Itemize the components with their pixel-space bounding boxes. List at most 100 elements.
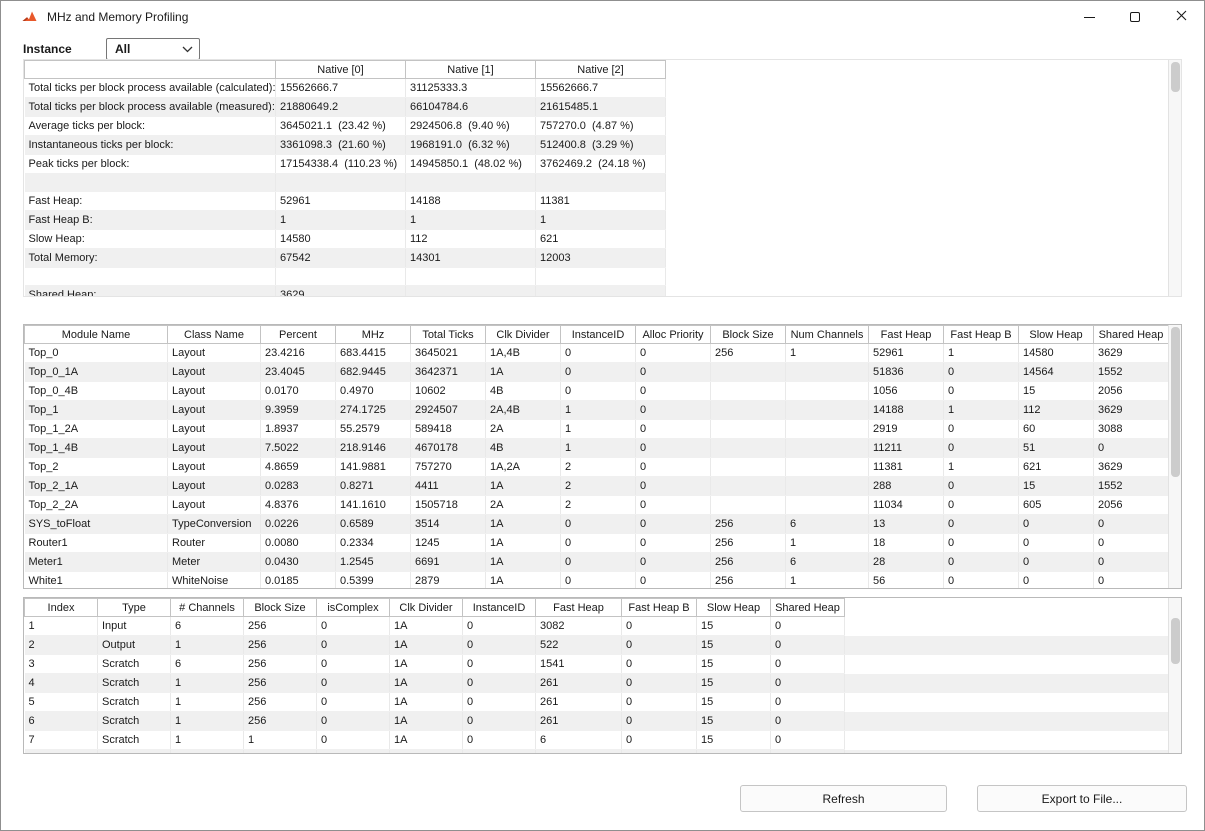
table-cell[interactable]: 1A [486, 553, 561, 572]
table-row[interactable]: Fast Heap:529611418811381 [25, 192, 666, 211]
table-cell[interactable]: 1 [244, 731, 317, 750]
table-cell[interactable]: 112 [1019, 401, 1094, 420]
table-cell[interactable]: 261 [536, 693, 622, 712]
table-cell[interactable]: Peak ticks per block: [25, 155, 276, 174]
table-cell[interactable]: 0 [622, 655, 697, 674]
table-cell[interactable]: 66104784.6 [406, 98, 536, 117]
table-cell[interactable]: 0 [622, 750, 697, 755]
table-cell[interactable]: 256 [711, 534, 786, 553]
table-row[interactable]: Meter1Meter0.04301.254566911A00256628000 [25, 553, 1182, 572]
table-row[interactable]: Top_2Layout4.8659141.98817572701A,2A2011… [25, 458, 1182, 477]
table-cell[interactable]: Layout [168, 477, 261, 496]
table-cell[interactable]: 0 [636, 515, 711, 534]
table-cell[interactable]: 1 [171, 750, 244, 755]
table-cell[interactable]: Total Memory: [25, 249, 276, 268]
table-cell[interactable]: 0 [636, 344, 711, 363]
column-header[interactable]: Block Size [711, 326, 786, 344]
table-cell[interactable]: 1 [944, 458, 1019, 477]
table-cell[interactable]: 2056 [1094, 496, 1169, 515]
table-row[interactable]: Top_2_1ALayout0.02830.827144111A20288015… [25, 477, 1182, 496]
table-cell[interactable]: 0 [636, 477, 711, 496]
table-cell[interactable]: 8 [25, 750, 98, 755]
table-cell[interactable]: 1 [786, 344, 869, 363]
table-cell[interactable] [786, 439, 869, 458]
table-cell[interactable]: Top_2 [25, 458, 168, 477]
table-cell[interactable]: 15 [697, 674, 771, 693]
table-cell[interactable]: 256 [711, 553, 786, 572]
table-cell[interactable]: 141.9881 [336, 458, 411, 477]
scrollbar-thumb[interactable] [1171, 327, 1180, 477]
table-cell[interactable]: 4411 [411, 477, 486, 496]
table-cell[interactable]: 14580 [1019, 344, 1094, 363]
table-cell[interactable]: 1A [390, 636, 463, 655]
table-cell[interactable]: Top_0 [25, 344, 168, 363]
table-cell[interactable]: 0.0226 [261, 515, 336, 534]
table-cell[interactable]: 4 [25, 674, 98, 693]
column-header[interactable]: Total Ticks [411, 326, 486, 344]
table-cell[interactable]: Layout [168, 344, 261, 363]
table-cell[interactable]: 256 [244, 674, 317, 693]
table-cell[interactable]: 0 [561, 553, 636, 572]
table-cell[interactable]: 0 [561, 382, 636, 401]
table-cell[interactable]: 0 [1019, 572, 1094, 590]
table-cell[interactable]: 0 [1019, 515, 1094, 534]
table-cell[interactable] [25, 268, 276, 286]
column-header[interactable]: MHz [336, 326, 411, 344]
table-cell[interactable]: 0 [944, 420, 1019, 439]
table-cell[interactable]: 0 [944, 534, 1019, 553]
table-cell[interactable]: 256 [244, 750, 317, 755]
column-header[interactable] [25, 61, 276, 79]
table-cell[interactable]: 0 [944, 363, 1019, 382]
table-cell[interactable]: 3082 [536, 617, 622, 636]
table-row[interactable]: Top_2_2ALayout4.8376141.161015057182A201… [25, 496, 1182, 515]
table-cell[interactable]: 11381 [536, 192, 666, 211]
table-row[interactable]: Fast Heap B:111 [25, 211, 666, 230]
table-cell[interactable]: 0 [771, 674, 845, 693]
table-cell[interactable]: TypeConversion [168, 515, 261, 534]
table-cell[interactable]: 2A [486, 496, 561, 515]
table-cell[interactable]: 0 [636, 401, 711, 420]
table-cell[interactable]: 1056 [869, 382, 944, 401]
table-cell[interactable]: 0 [944, 477, 1019, 496]
table-cell[interactable]: Layout [168, 401, 261, 420]
table-cell[interactable]: 1A [486, 534, 561, 553]
table-cell[interactable]: 10602 [411, 382, 486, 401]
table-row[interactable]: Top_1_4BLayout7.5022218.914646701784B101… [25, 439, 1182, 458]
table-cell[interactable]: 6 [786, 553, 869, 572]
table-cell[interactable]: 0.0283 [261, 477, 336, 496]
table-cell[interactable]: 0 [561, 572, 636, 590]
table-cell[interactable]: 0 [561, 344, 636, 363]
table-cell[interactable]: 15 [697, 712, 771, 731]
table-cell[interactable]: Router [168, 534, 261, 553]
table-cell[interactable] [711, 401, 786, 420]
table-cell[interactable]: 1 [171, 674, 244, 693]
table-cell[interactable]: 0 [944, 515, 1019, 534]
table-cell[interactable]: 0 [771, 712, 845, 731]
column-header[interactable]: Class Name [168, 326, 261, 344]
table-cell[interactable]: 18 [869, 534, 944, 553]
table-cell[interactable]: 23.4216 [261, 344, 336, 363]
table-cell[interactable]: 7 [25, 731, 98, 750]
table-cell[interactable]: 0 [317, 636, 390, 655]
table-cell[interactable]: 2A,4B [486, 401, 561, 420]
table-cell[interactable] [406, 286, 536, 298]
table-cell[interactable]: Total ticks per block process available … [25, 79, 276, 98]
table-cell[interactable]: 17154338.4 (110.23 %) [276, 155, 406, 174]
table-cell[interactable]: 757270.0 (4.87 %) [536, 117, 666, 136]
table-cell[interactable]: 15 [1019, 477, 1094, 496]
table-cell[interactable]: 1 [786, 572, 869, 590]
table-cell[interactable]: 0 [561, 515, 636, 534]
table-cell[interactable]: 5 [25, 693, 98, 712]
table-cell[interactable]: 1.2545 [336, 553, 411, 572]
table-row[interactable]: 5Scratch125601A02610150 [25, 693, 1182, 712]
table-cell[interactable]: Scratch [98, 674, 171, 693]
table-cell[interactable]: 0 [463, 655, 536, 674]
table-row[interactable]: Average ticks per block:3645021.1 (23.42… [25, 117, 666, 136]
table-cell[interactable]: 13 [869, 515, 944, 534]
table-cell[interactable]: Meter [168, 553, 261, 572]
table-cell[interactable]: 11211 [869, 439, 944, 458]
table-row[interactable]: Total Memory:675421430112003 [25, 249, 666, 268]
table-cell[interactable]: Layout [168, 382, 261, 401]
column-header[interactable]: Index [25, 599, 98, 617]
table-cell[interactable]: 0 [317, 617, 390, 636]
